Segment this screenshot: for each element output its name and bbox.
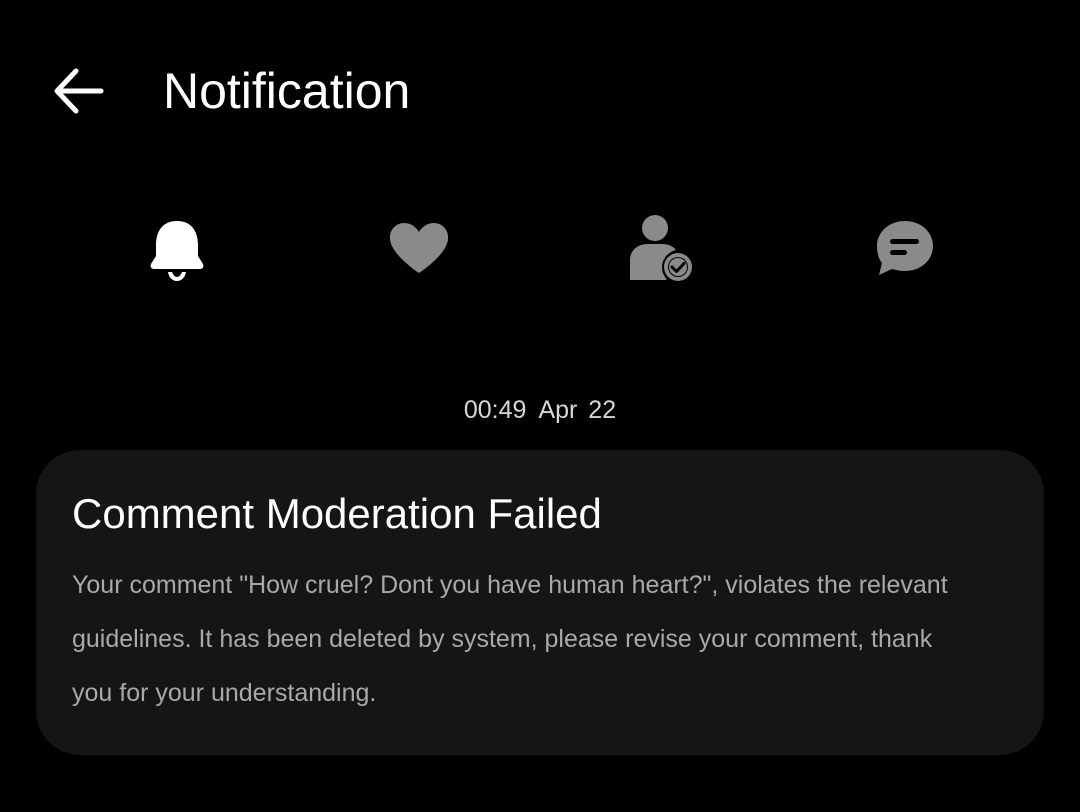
header-bar: Notification bbox=[0, 0, 1080, 180]
back-button[interactable] bbox=[44, 60, 112, 122]
notification-body: Your comment "How cruel? Dont you have h… bbox=[72, 571, 948, 707]
tab-comments[interactable] bbox=[850, 200, 960, 295]
page-title: Notification bbox=[163, 63, 411, 119]
notification-category-tabs bbox=[0, 200, 1080, 295]
chat-bubble-icon bbox=[877, 220, 933, 275]
message-time: 00:49 bbox=[463, 396, 527, 424]
notification-card[interactable]: Comment Moderation Failed Your comment "… bbox=[36, 450, 1044, 755]
tab-followers[interactable] bbox=[606, 200, 716, 295]
arrow-left-icon bbox=[54, 68, 104, 114]
tab-likes[interactable] bbox=[364, 200, 474, 295]
heart-icon bbox=[389, 222, 449, 273]
message-timestamp: 00:49 Apr 22 bbox=[0, 392, 1080, 428]
bell-icon bbox=[150, 220, 204, 281]
tab-all-notifications[interactable] bbox=[122, 200, 232, 295]
message-date: Apr 22 bbox=[538, 396, 617, 424]
user-check-icon bbox=[630, 214, 692, 281]
notification-title: Comment Moderation Failed bbox=[72, 490, 602, 537]
